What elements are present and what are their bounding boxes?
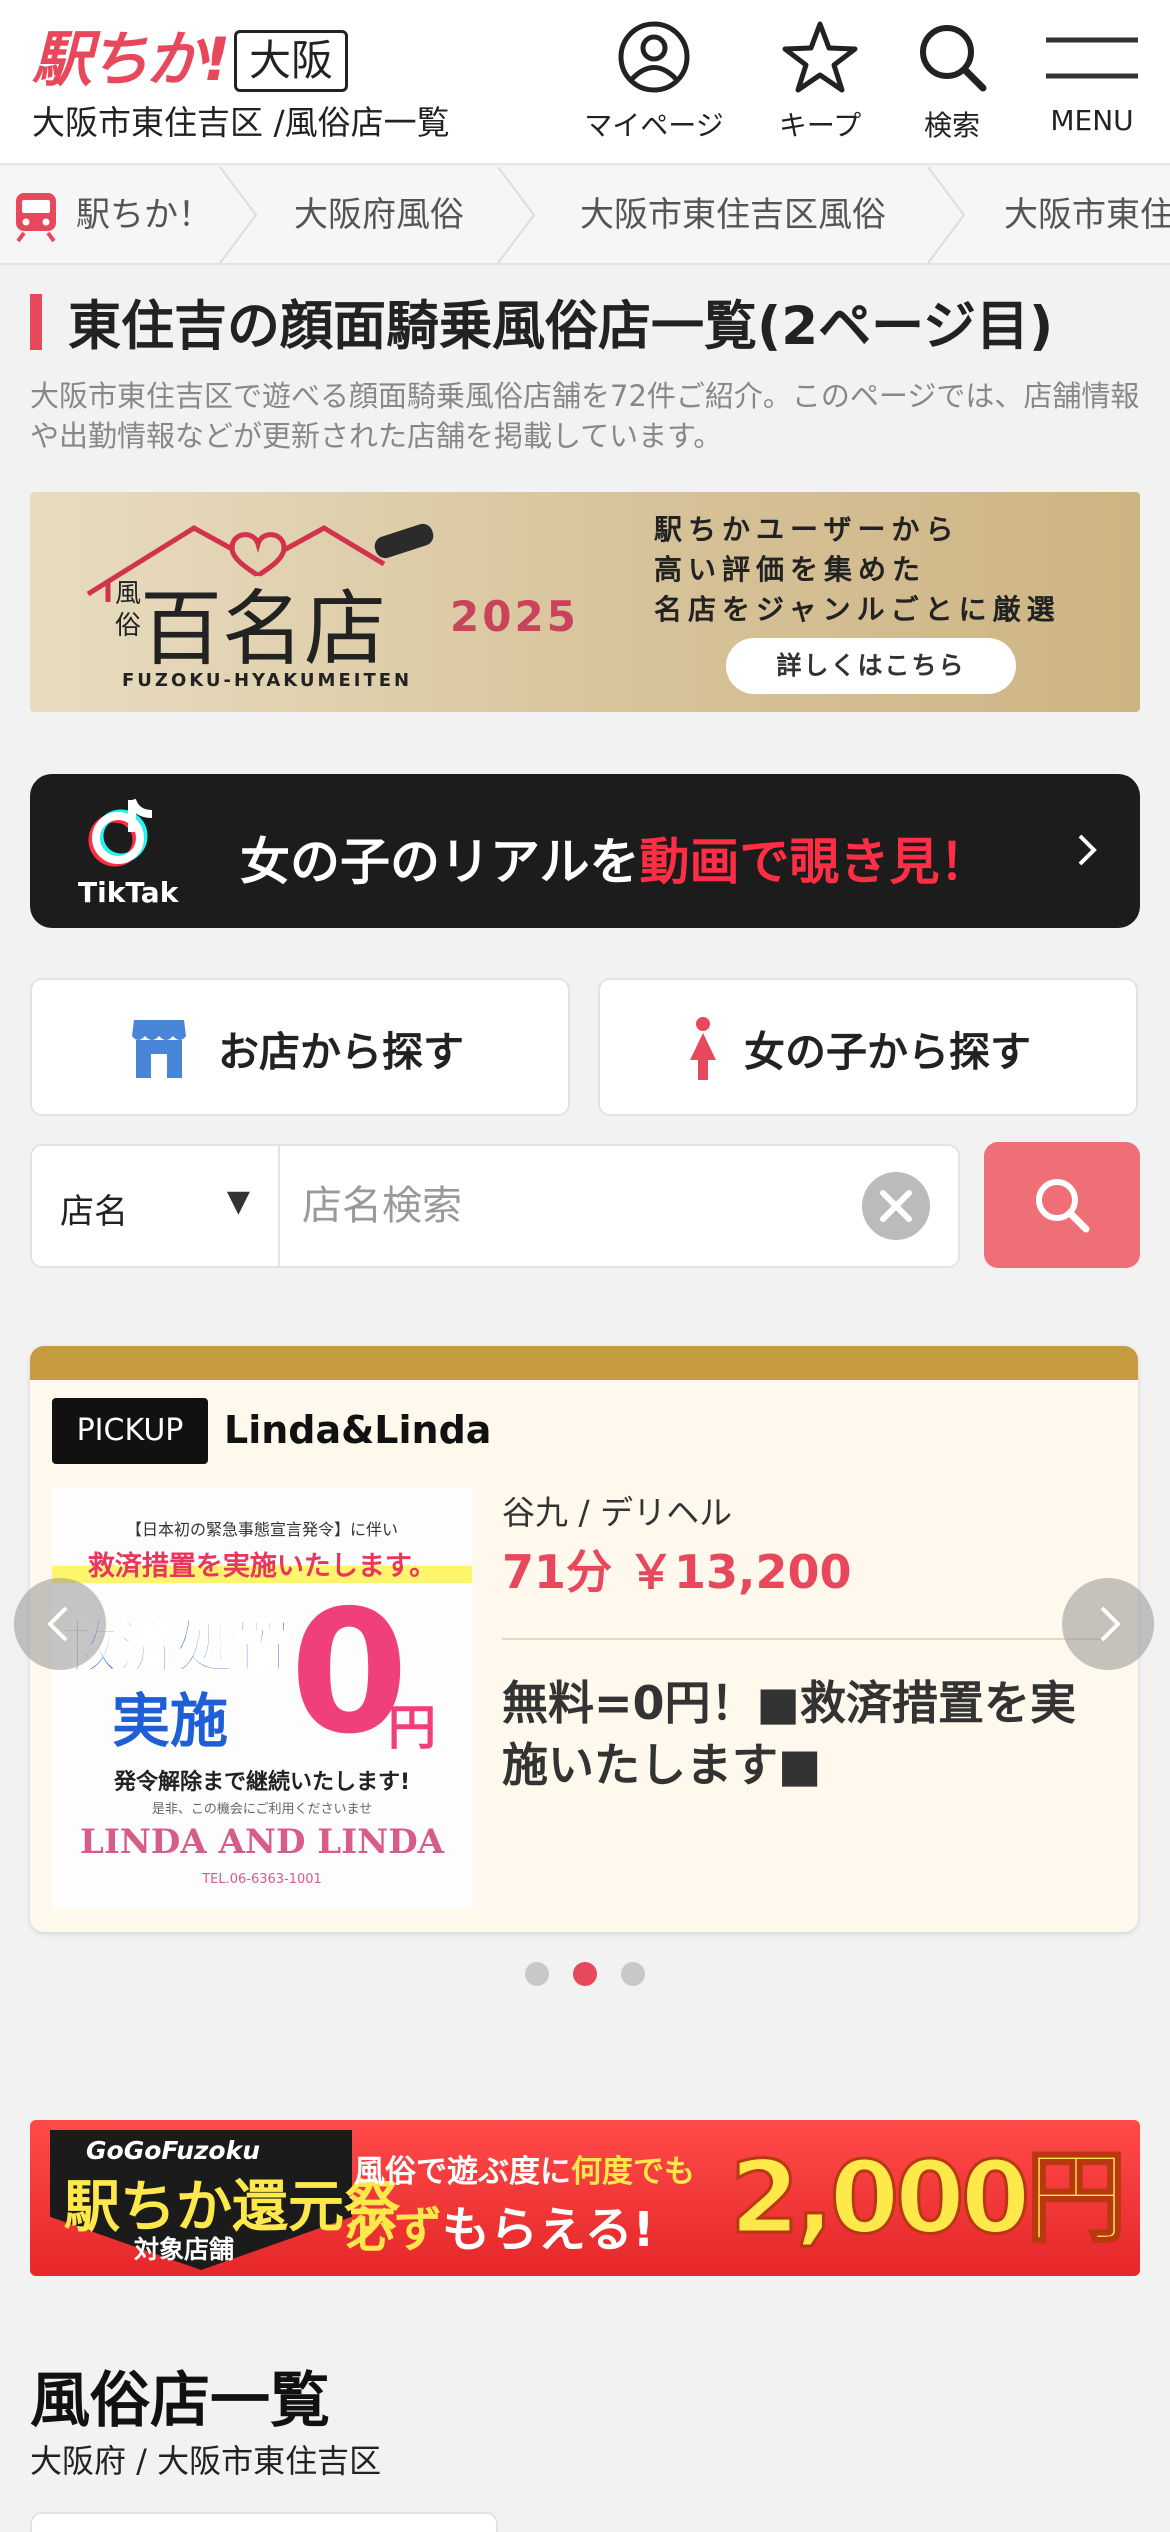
search-by-girl-label: 女の子から探す [744, 1028, 1031, 1076]
hamburger-icon [1046, 37, 1138, 79]
shop-icon [132, 1020, 186, 1078]
tiktak-text-main: 女の子のリアルを [240, 833, 640, 891]
search-icon [1036, 1179, 1090, 1233]
campaign-text-highlight: 必ず [346, 2202, 443, 2258]
hyakumeiten-title: 百名店 [140, 582, 387, 677]
pickup-catchphrase: 無料=0円！■救済措置を実施いたします■ [502, 1676, 1077, 1792]
pickup-card[interactable]: PICKUP Linda&Linda 【日本初の緊急事態宣言発令】に伴い 救済措… [30, 1346, 1138, 1932]
campaign-amount: 2,000円 [728, 2139, 1127, 2256]
breadcrumb-prefecture[interactable]: 大阪府風俗 [294, 167, 464, 263]
shop-name-search-input[interactable] [302, 1170, 862, 1242]
tiktak-logo-icon [88, 798, 153, 867]
mypage-button[interactable]: マイページ [584, 16, 724, 146]
search-icon [920, 25, 987, 92]
breadcrumb-current[interactable]: 大阪市東住 [1004, 167, 1170, 263]
pickup-image-logo: LINDA AND LINDA [79, 1822, 445, 1862]
pickup-price: 71分 ￥13,200 [502, 1545, 852, 1599]
hyakumeiten-roman: FUZOKU-HYAKUMEITEN [122, 670, 413, 691]
breadcrumb-separator-icon [219, 167, 258, 263]
pickup-image-text: 【日本初の緊急事態宣言発令】に伴い [125, 1520, 398, 1539]
search-label: 検索 [923, 109, 980, 142]
carousel-dot[interactable] [525, 1962, 549, 1986]
search-type-value: 店名 [60, 1192, 128, 1232]
hyakumeiten-copy-line: 高い評価を集めた [654, 553, 927, 586]
breadcrumb-home[interactable]: 駅ちか！ [76, 167, 212, 263]
menu-button[interactable]: MENU [1022, 16, 1162, 146]
keep-button[interactable]: キープ [750, 16, 890, 146]
chevron-right-icon [1100, 1606, 1121, 1642]
pickup-image-text: 実施 [112, 1687, 229, 1755]
area-badge[interactable]: 大阪 [234, 30, 349, 92]
shop-list-title: 風俗店一覧 [30, 2366, 330, 2436]
page-description: 大阪市東住吉区で遊べる顔面騎乗風俗店舗を72件ご紹介。このページでは、店舗情報や… [30, 379, 1140, 453]
campaign-text-highlight: 何度でも [571, 2154, 695, 2190]
shop-list-subtitle: 大阪府 / 大阪市東住吉区 [30, 2442, 382, 2480]
close-icon [880, 1190, 912, 1222]
site-logo[interactable]: 駅ちか! [32, 24, 230, 96]
campaign-text: もらえる! [442, 2202, 655, 2258]
clear-button[interactable] [862, 1172, 930, 1240]
hyakumeiten-copy-line: 駅ちかユーザーから [654, 513, 960, 546]
hyakumeiten-year: 2025 [450, 592, 579, 641]
keep-label: キープ [778, 109, 862, 142]
carousel-dot[interactable] [621, 1962, 645, 1986]
pickup-badge: PICKUP [52, 1398, 208, 1464]
user-icon [618, 21, 690, 93]
pickup-image-text: 救済措置を実施いたします。 [52, 1544, 472, 1583]
pickup-shop-image[interactable]: 【日本初の緊急事態宣言発令】に伴い 救済措置を実施いたします。 0 円 救済処置… [52, 1488, 472, 1908]
app-header: 駅ちか! 大阪 大阪市東住吉区 /風俗店一覧 マイページ キープ 検索 MENU [0, 0, 1170, 165]
triangle-down-icon: ▼ [226, 1184, 250, 1219]
menu-label: MENU [1050, 104, 1134, 137]
female-icon [690, 1017, 716, 1080]
search-by-shop-tab[interactable]: お店から探す [30, 978, 570, 1116]
carousel-dot-active[interactable] [573, 1962, 597, 1986]
pickup-top-bar [30, 1346, 1138, 1380]
campaign-gogo-label: GoGoFuzoku [86, 2136, 261, 2165]
hyakumeiten-copy-line: 名店をジャンルごとに厳選 [654, 593, 1061, 626]
mypage-label: マイページ [584, 109, 724, 142]
hyakumeiten-copy: 駅ちかユーザーから 高い評価を集めた 名店をジャンルごとに厳選 [654, 510, 1061, 630]
search-type-select[interactable]: 店名 ▼ [32, 1146, 280, 1266]
pickup-image-text: 是非、この機会にご利用くださいませ [151, 1802, 373, 1817]
pickup-image-text: 発令解除まで継続いたします! [113, 1770, 411, 1795]
star-icon [782, 21, 858, 93]
pickup-image-text: 円 [388, 1700, 437, 1756]
search-by-girl-tab[interactable]: 女の子から探す [598, 978, 1138, 1116]
train-icon [16, 193, 56, 243]
pickup-divider [502, 1638, 1102, 1640]
tiktak-text-highlight: 動画で覗き見！ [639, 833, 990, 891]
tiktak-banner[interactable]: TikTak 女の子のリアルを動画で覗き見！ [30, 774, 1140, 928]
campaign-line2: 必ずもらえる! [346, 2190, 654, 2260]
campaign-text: 風俗で遊ぶ度に [354, 2154, 571, 2190]
search-nav-button[interactable]: 検索 [882, 16, 1022, 146]
title-accent-bar [30, 294, 42, 350]
breadcrumb: 駅ちか！ 大阪府風俗 大阪市東住吉区風俗 大阪市東住 [0, 167, 1170, 265]
hyakumeiten-detail-button[interactable]: 詳しくはこちら [726, 638, 1016, 694]
chevron-right-icon [1078, 834, 1097, 866]
tiktak-brand: TikTak [78, 876, 179, 909]
campaign-line1: 風俗で遊ぶ度に何度でも [354, 2146, 695, 2191]
pickup-area-genre: 谷九 / デリヘル [502, 1493, 733, 1532]
search-by-shop-label: お店から探す [218, 1028, 464, 1076]
page-title: 東住吉の顔面騎乗風俗店一覧(2ページ目) [68, 296, 1054, 357]
hyakumeiten-banner[interactable]: 風俗 百名店 2025 FUZOKU-HYAKUMEITEN 駅ちかユーザーから… [30, 492, 1140, 712]
carousel-prev-button[interactable] [14, 1578, 106, 1670]
breadcrumb-separator-icon [497, 167, 536, 263]
search-submit-button[interactable] [984, 1142, 1140, 1268]
search-bar: 店名 ▼ [30, 1144, 960, 1268]
campaign-target-label: 対象店舗 [134, 2235, 235, 2264]
carousel-dots [0, 1962, 1170, 1992]
shop-list-filter-card[interactable] [30, 2512, 498, 2532]
breadcrumb-separator-icon [927, 167, 966, 263]
breadcrumb-city[interactable]: 大阪市東住吉区風俗 [580, 167, 886, 263]
tiktak-text: 女の子のリアルを動画で覗き見！ [240, 822, 990, 894]
pickup-image-text: TEL.06-6363-1001 [202, 1872, 322, 1887]
chevron-left-icon [47, 1606, 68, 1642]
campaign-banner[interactable]: GoGoFuzoku 駅ちか還元祭 対象店舗 風俗で遊ぶ度に何度でも 必ずもらえ… [30, 2120, 1140, 2276]
header-subtitle: 大阪市東住吉区 /風俗店一覧 [32, 103, 450, 142]
pickup-shop-name[interactable]: Linda&Linda [224, 1408, 491, 1452]
carousel-next-button[interactable] [1062, 1578, 1154, 1670]
